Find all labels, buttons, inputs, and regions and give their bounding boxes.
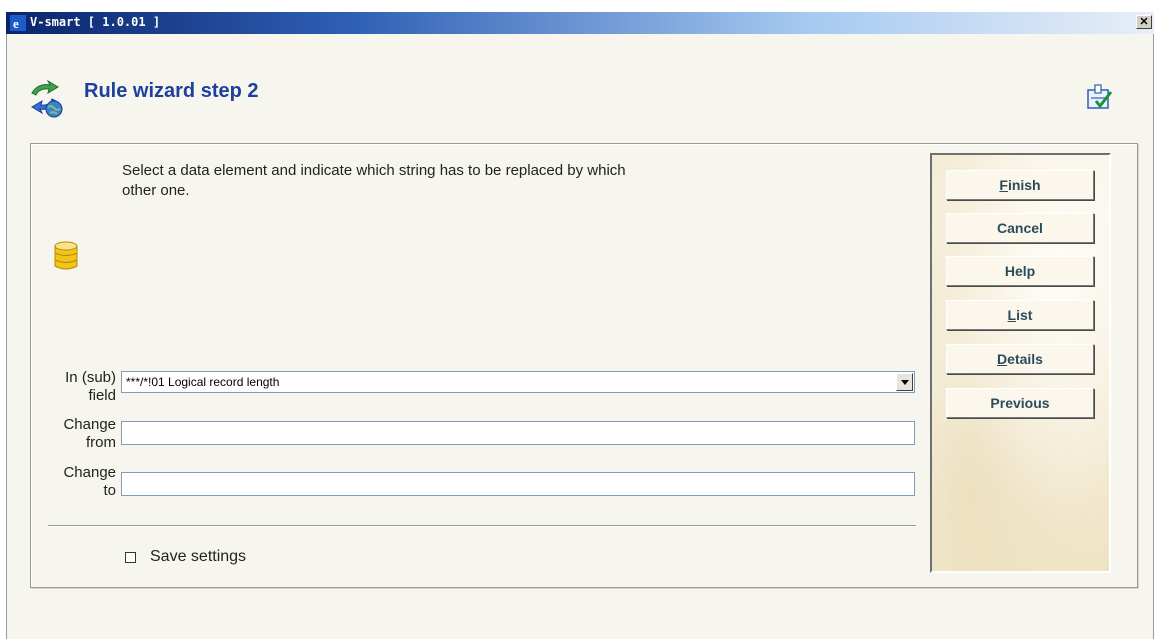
subfield-label: In (sub) field [4,369,116,405]
list-button[interactable]: List [946,300,1094,330]
close-window-button[interactable]: ✕ [1136,15,1152,29]
refresh-globe-icon [31,79,63,118]
help-button[interactable]: Help [946,256,1094,286]
subfield-select-value: ***/*!01 Logical record length [126,375,280,389]
svg-text:e: e [13,16,19,31]
ie-app-icon: e [10,15,26,31]
finish-accel: F [999,177,1008,193]
details-accel: D [997,351,1008,367]
chevron-down-icon[interactable] [896,373,913,391]
wizard-check-icon[interactable] [1087,84,1113,110]
cancel-button[interactable]: Cancel [946,213,1094,243]
previous-button[interactable]: Previous [946,388,1094,418]
title-bar: e V-smart [ 1.0.01 ] ✕ [6,12,1154,34]
database-icon [54,241,78,270]
save-settings-label[interactable]: Save settings [150,548,246,566]
finish-rest: inish [1007,177,1041,193]
change-to-label-line2: to [103,482,116,499]
subfield-label-line2: field [88,387,116,404]
change-to-label-line1: Change [63,464,116,481]
change-from-label-line2: from [86,434,116,451]
change-from-input[interactable] [121,421,915,445]
form-divider [48,525,916,527]
change-to-input[interactable] [121,472,915,496]
details-rest: etails [1007,351,1043,367]
subfield-select[interactable]: ***/*!01 Logical record length [121,371,915,393]
list-accel: L [1007,307,1017,323]
save-settings-checkbox[interactable] [125,552,136,563]
window-title: V-smart [ 1.0.01 ] [30,15,161,29]
instruction-text: Select a data element and indicate which… [122,162,626,199]
finish-button[interactable]: Finish [946,170,1094,200]
change-from-label: Change from [4,416,116,452]
list-rest: ist [1016,307,1033,323]
change-to-label: Change to [4,464,116,500]
page-title: Rule wizard step 2 [84,80,259,102]
details-button[interactable]: Details [946,344,1094,374]
change-from-label-line1: Change [63,416,116,433]
subfield-label-line1: In (sub) [65,369,116,386]
